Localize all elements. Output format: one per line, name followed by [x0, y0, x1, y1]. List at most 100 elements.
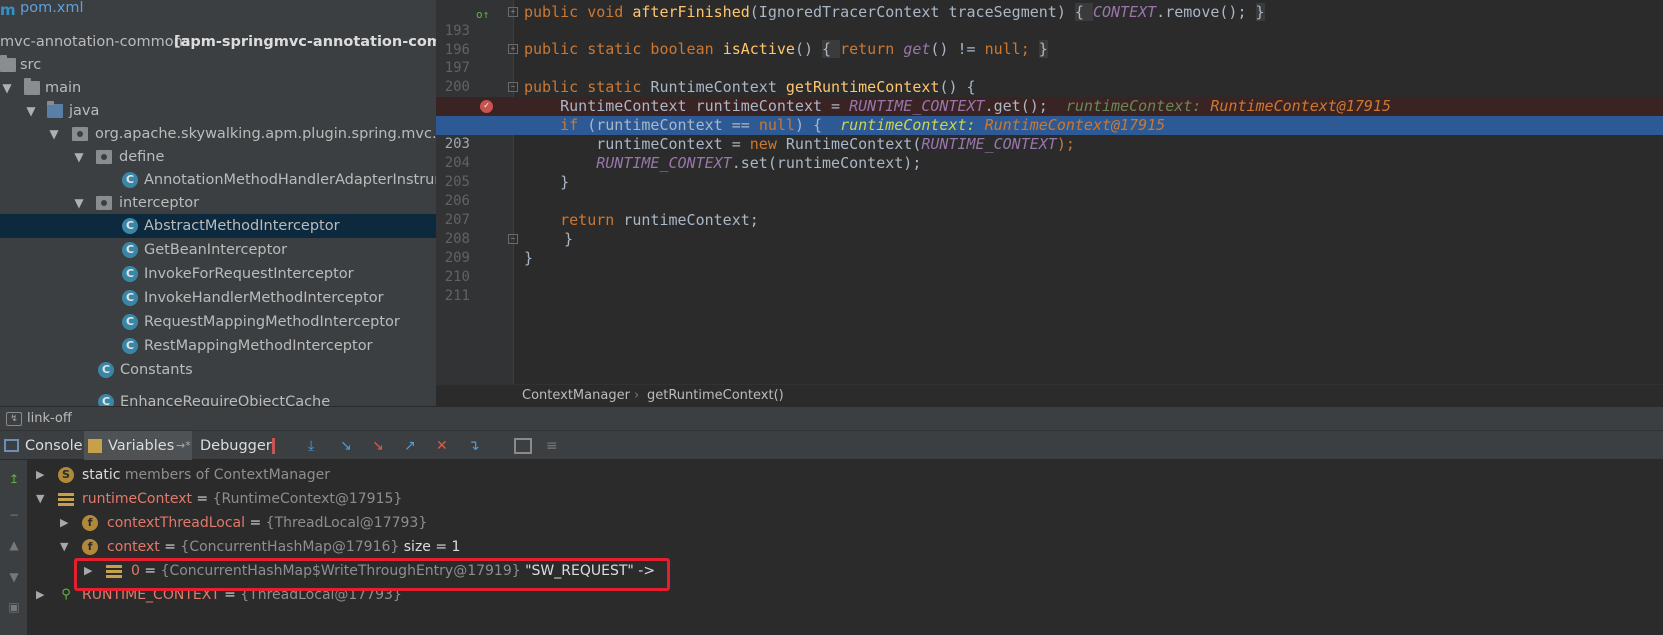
- code-text: if (runtimeContext == null) { runtimeCon…: [524, 116, 1166, 134]
- tree-item-class[interactable]: C RestMappingMethodInterceptor: [0, 334, 436, 358]
- tab-debugger[interactable]: Debugger: [198, 431, 272, 461]
- code-line[interactable]: 201 − public static RuntimeContext getRu…: [436, 78, 1663, 114]
- code-text: return runtimeContext;: [524, 211, 759, 229]
- tree-item-define[interactable]: ▼ define: [0, 145, 436, 169]
- copy-icon[interactable]: ▣: [6, 600, 22, 614]
- code-line[interactable]: 196: [436, 22, 1663, 58]
- step-over-icon[interactable]: ⤓: [308, 438, 326, 454]
- code-line[interactable]: 204 runtimeContext = new RuntimeContext(…: [436, 135, 1663, 171]
- class-icon: C: [122, 290, 138, 306]
- tree-item-class[interactable]: C GetBeanInterceptor: [0, 238, 436, 262]
- project-tree: m pom.xml mvc-annotation-commons [apm-sp…: [0, 0, 436, 406]
- code-line[interactable]: 209 − }: [436, 230, 1663, 266]
- arrow-up-icon[interactable]: ▲: [6, 538, 22, 552]
- variable-row[interactable]: ▶ f contextThreadLocal = {ThreadLocal@17…: [28, 511, 1628, 535]
- drop-frame-icon[interactable]: ✕: [436, 438, 454, 454]
- class-icon: C: [98, 362, 114, 378]
- chevron-right-icon[interactable]: ▶: [60, 511, 72, 535]
- fold-minus-icon[interactable]: −: [508, 82, 518, 92]
- debug-session-icon: ↯: [6, 412, 22, 426]
- arrow-down-icon[interactable]: ▼: [6, 570, 22, 584]
- evaluate-expression-icon[interactable]: [514, 438, 532, 454]
- resume-icon[interactable]: ↥: [6, 472, 22, 486]
- fold-plus-icon[interactable]: +: [508, 44, 518, 54]
- tree-item-class[interactable]: C InvokeHandlerMethodInterceptor: [0, 286, 436, 310]
- tree-item-label: org.apache.skywalking.apm.plugin.spring.…: [95, 126, 436, 142]
- chevron-down-icon[interactable]: ▼: [36, 487, 48, 511]
- tree-item-class-selected[interactable]: C AbstractMethodInterceptor: [0, 214, 436, 238]
- tree-item-label: GetBeanInterceptor: [144, 242, 288, 258]
- tree-item-class[interactable]: C Constants: [0, 358, 436, 382]
- tree-item-pom[interactable]: m pom.xml: [0, 0, 436, 22]
- code-line[interactable]: 197 + public static boolean isActive() {…: [436, 40, 1663, 76]
- breadcrumb-item-class[interactable]: ContextManager: [522, 385, 630, 406]
- chevron-down-icon[interactable]: ▼: [47, 122, 61, 146]
- tree-item-main[interactable]: ▼ main: [0, 76, 436, 100]
- variable-row[interactable]: ▶ S static members of ContextManager: [28, 463, 1628, 487]
- variable-row[interactable]: ▼ f context = {ConcurrentHashMap@17916} …: [28, 535, 1628, 559]
- tree-item-package[interactable]: ▼ org.apache.skywalking.apm.plugin.sprin…: [0, 122, 436, 146]
- tree-item-label: define: [119, 149, 165, 165]
- tree-item-label: RequestMappingMethodInterceptor: [144, 314, 400, 330]
- show-execution-point-icon[interactable]: [272, 438, 290, 454]
- class-icon: C: [122, 338, 138, 354]
- step-out-icon[interactable]: ↗: [404, 438, 422, 454]
- code-line-current-execution[interactable]: 203 if (runtimeContext == null) { runtim…: [436, 116, 1663, 152]
- tab-variables[interactable]: Variables →*: [84, 431, 192, 461]
- stop-icon[interactable]: −: [6, 508, 22, 522]
- tree-item-class[interactable]: C EnhanceRequireObjectCache: [0, 390, 436, 406]
- variable-text: runtimeContext = {RuntimeContext@17915}: [82, 491, 403, 507]
- variable-row[interactable]: ▼ runtimeContext = {RuntimeContext@17915…: [28, 487, 1628, 511]
- code-text: RUNTIME_CONTEXT.set(runtimeContext);: [524, 154, 922, 172]
- breakpoint-icon[interactable]: ✓: [480, 100, 493, 113]
- variables-icon: [88, 439, 102, 453]
- chevron-down-icon[interactable]: ▼: [72, 145, 86, 169]
- tab-console[interactable]: Console: [0, 431, 83, 461]
- tab-label: Variables: [108, 438, 175, 454]
- step-into-icon[interactable]: ↘: [340, 438, 358, 454]
- code-line[interactable]: 207: [436, 192, 1663, 228]
- pin-tab-icon[interactable]: →*: [176, 431, 191, 461]
- tree-item-class[interactable]: C AnnotationMethodHandlerAdapterInstrume…: [0, 168, 436, 192]
- tree-item-class[interactable]: C InvokeForRequestInterceptor: [0, 262, 436, 286]
- chevron-down-icon[interactable]: ▼: [60, 535, 72, 559]
- fold-end-icon[interactable]: −: [508, 234, 518, 244]
- tree-item-label: java: [69, 103, 100, 119]
- debug-session-name[interactable]: link-off: [27, 407, 72, 431]
- tree-item-label: RestMappingMethodInterceptor: [144, 338, 373, 354]
- chevron-right-icon[interactable]: ▶: [36, 463, 48, 487]
- tree-item-src[interactable]: src: [0, 53, 436, 77]
- run-to-cursor-icon[interactable]: ↴: [468, 438, 486, 454]
- class-icon: C: [98, 394, 114, 406]
- trace-current-stream-icon[interactable]: ≡: [546, 438, 564, 454]
- code-line-breakpoint[interactable]: 202 ✓ RuntimeContext runtimeContext = RU…: [436, 97, 1663, 133]
- debug-tab-bar: Console Variables →* Debugger ⤓ ↘ ↘ ↗ ✕ …: [0, 430, 1663, 461]
- code-editor[interactable]: 193 o↑ + public void afterFinished(Ignor…: [436, 0, 1663, 406]
- tree-item-module[interactable]: mvc-annotation-commons [apm-springmvc-an…: [0, 30, 436, 54]
- tree-item-class[interactable]: C RequestMappingMethodInterceptor: [0, 310, 436, 334]
- force-step-into-icon[interactable]: ↘: [372, 438, 390, 454]
- code-line[interactable]: 210 }: [436, 249, 1663, 285]
- console-icon: [4, 439, 19, 452]
- static-members-icon: S: [58, 467, 74, 483]
- code-line[interactable]: 205 RUNTIME_CONTEXT.set(runtimeContext);: [436, 154, 1663, 190]
- code-line[interactable]: 193 o↑ + public void afterFinished(Ignor…: [436, 3, 1663, 39]
- chevron-down-icon[interactable]: ▼: [24, 99, 38, 123]
- tree-item-label: AnnotationMethodHandlerAdapterInstrumen: [144, 172, 436, 188]
- tree-item-label: Constants: [120, 362, 193, 378]
- tree-item-label: InvokeHandlerMethodInterceptor: [144, 290, 384, 306]
- abstract-class-icon: C: [122, 218, 138, 234]
- chevron-right-icon[interactable]: ▶: [36, 583, 48, 607]
- variable-text: contextThreadLocal = {ThreadLocal@17793}: [107, 515, 428, 531]
- breadcrumb-item-method[interactable]: getRuntimeContext(): [647, 385, 784, 406]
- code-line[interactable]: 211: [436, 268, 1663, 304]
- chevron-down-icon[interactable]: ▼: [0, 76, 14, 100]
- tree-item-java[interactable]: ▼ java: [0, 99, 436, 123]
- tree-item-interceptor[interactable]: ▼ interceptor: [0, 191, 436, 215]
- code-line[interactable]: 206 }: [436, 173, 1663, 209]
- fold-plus-icon[interactable]: +: [508, 7, 518, 17]
- code-line[interactable]: 200: [436, 59, 1663, 95]
- chevron-down-icon[interactable]: ▼: [72, 191, 86, 215]
- code-line[interactable]: 208 return runtimeContext;: [436, 211, 1663, 247]
- field-icon: f: [82, 539, 98, 555]
